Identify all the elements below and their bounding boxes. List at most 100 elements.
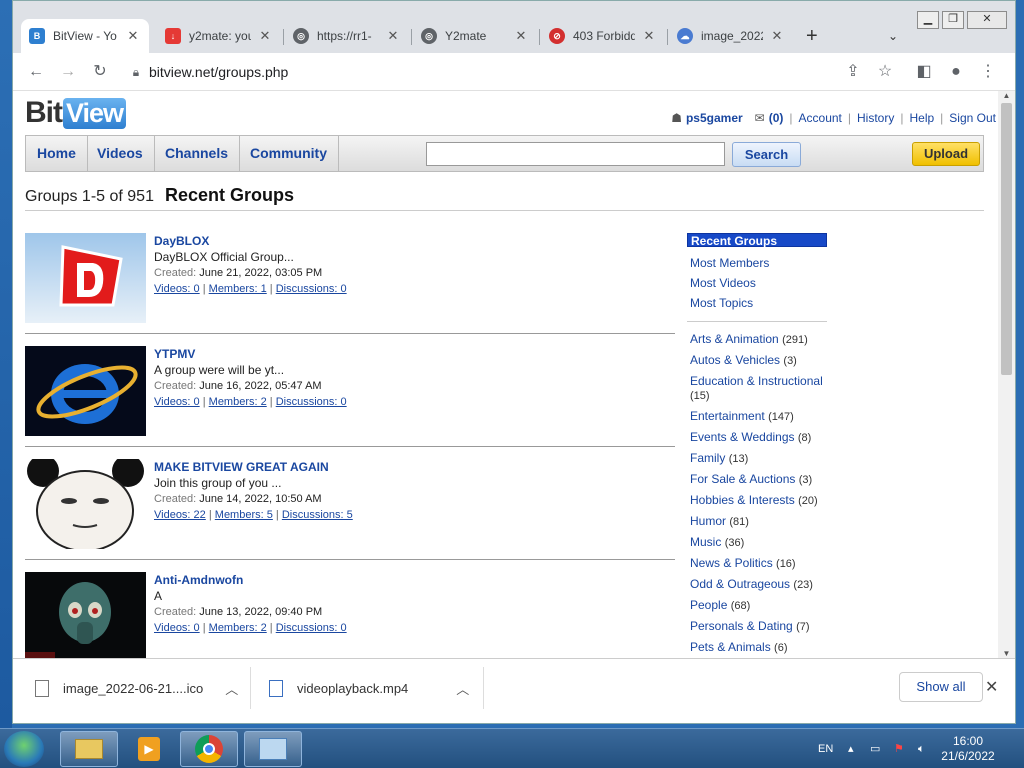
nav-community[interactable]: Community	[239, 136, 339, 171]
sort-most-videos[interactable]: Most Videos	[687, 273, 827, 293]
category-link[interactable]: Pets & Animals (6)	[687, 640, 827, 655]
category-link[interactable]: Arts & Animation (291)	[687, 332, 827, 347]
maximize-button[interactable]: ❐	[942, 11, 964, 29]
sign-out-link[interactable]: Sign Out	[949, 111, 996, 125]
new-tab-button[interactable]: +	[806, 25, 818, 48]
file-explorer-icon[interactable]	[60, 731, 118, 767]
reload-icon[interactable]: ↻	[89, 61, 111, 83]
nav-channels[interactable]: Channels	[154, 136, 241, 171]
back-arrow-icon[interactable]: ←	[25, 61, 47, 83]
profile-avatar-icon[interactable]: ●	[945, 61, 967, 83]
close-tab-icon[interactable]: ✕	[513, 28, 529, 44]
group-thumbnail[interactable]	[25, 459, 146, 549]
category-link[interactable]: Hobbies & Interests (20)	[687, 493, 827, 508]
tab-image-2022[interactable]: ☁ image_2022 ✕	[669, 19, 793, 53]
category-link[interactable]: News & Politics (16)	[687, 556, 827, 571]
close-tab-icon[interactable]: ✕	[257, 28, 273, 44]
chevron-up-icon[interactable]: ︿	[456, 679, 469, 698]
discussions-link[interactable]: Discussions: 0	[276, 396, 347, 408]
category-link[interactable]: Personals & Dating (7)	[687, 619, 827, 634]
category-link[interactable]: Education & Instructional (15)	[687, 374, 827, 403]
scroll-down-arrow-icon[interactable]: ▼	[998, 649, 1015, 658]
close-tab-icon[interactable]: ✕	[385, 28, 401, 44]
scroll-up-arrow-icon[interactable]: ▲	[998, 91, 1015, 100]
category-link[interactable]: Music (36)	[687, 535, 827, 550]
network-icon[interactable]: ▭	[870, 729, 880, 768]
close-tab-icon[interactable]: ✕	[769, 28, 785, 44]
group-name-link[interactable]: MAKE BITVIEW GREAT AGAIN	[154, 459, 353, 475]
page-scrollbar[interactable]: ▲ ▼	[998, 91, 1015, 658]
group-name-link[interactable]: DayBLOX	[154, 233, 347, 249]
control-panel-icon[interactable]	[244, 731, 302, 767]
upload-button[interactable]: Upload	[912, 142, 980, 166]
group-thumbnail[interactable]	[25, 572, 146, 658]
tab-y2mate-you[interactable]: ↓ y2mate: you ✕	[157, 19, 281, 53]
username-link[interactable]: ps5gamer	[686, 111, 743, 125]
action-center-icon[interactable]: ⚑	[894, 729, 904, 768]
window-close-button[interactable]: ✕	[967, 11, 1007, 29]
sort-most-topics[interactable]: Most Topics	[687, 293, 827, 313]
category-link[interactable]: Events & Weddings (8)	[687, 430, 827, 445]
videos-link[interactable]: Videos: 0	[154, 396, 200, 408]
start-button[interactable]	[4, 731, 44, 767]
download-item[interactable]: videoplayback.mp4 ︿	[269, 659, 469, 717]
download-item[interactable]: image_2022-06-21....ico ︿	[35, 659, 238, 717]
system-clock[interactable]: 16:00 21/6/2022	[938, 734, 998, 764]
account-link[interactable]: Account	[799, 111, 842, 125]
tray-chevron-icon[interactable]: ▴	[848, 729, 854, 768]
chrome-icon[interactable]	[180, 731, 238, 767]
group-name-link[interactable]: YTPMV	[154, 346, 347, 362]
show-all-button[interactable]: Show all	[899, 672, 983, 702]
nav-home[interactable]: Home	[26, 136, 88, 171]
search-button[interactable]: Search	[732, 142, 801, 167]
discussions-link[interactable]: Discussions: 0	[276, 283, 347, 295]
chevron-up-icon[interactable]: ︿	[225, 679, 238, 698]
discussions-link[interactable]: Discussions: 0	[276, 622, 347, 634]
history-link[interactable]: History	[857, 111, 894, 125]
lock-icon[interactable]: 🔒︎	[123, 65, 149, 80]
category-link[interactable]: Autos & Vehicles (3)	[687, 353, 827, 368]
inbox-count[interactable]: (0)	[769, 111, 784, 125]
sort-recent-groups[interactable]: Recent Groups	[687, 233, 827, 248]
share-icon[interactable]: ⇪	[842, 61, 864, 83]
tab-y2mate[interactable]: ◎ Y2mate ✕	[413, 19, 537, 53]
volume-icon[interactable]: 🔈︎	[918, 729, 925, 768]
group-name-link[interactable]: Anti-Amdnwofn	[154, 572, 347, 588]
members-link[interactable]: Members: 5	[215, 509, 273, 521]
videos-link[interactable]: Videos: 0	[154, 622, 200, 634]
category-link[interactable]: Entertainment (147)	[687, 409, 827, 424]
minimize-button[interactable]: ▁	[917, 11, 939, 29]
tab-rr1[interactable]: ◎ https://rr1- ✕	[285, 19, 409, 53]
side-panel-icon[interactable]: ◧	[913, 61, 935, 83]
bitview-logo[interactable]: Bit View	[25, 96, 127, 130]
url-text[interactable]: bitview.net/groups.php	[149, 64, 288, 80]
language-indicator[interactable]: EN	[818, 729, 833, 768]
category-link[interactable]: For Sale & Auctions (3)	[687, 472, 827, 487]
media-player-icon[interactable]: ▶	[120, 731, 178, 767]
members-link[interactable]: Members: 1	[209, 283, 267, 295]
tab-bitview[interactable]: B BitView - Yo ✕	[21, 19, 149, 53]
address-bar[interactable]: 🔒︎ bitview.net/groups.php	[123, 58, 893, 86]
category-link[interactable]: Humor (81)	[687, 514, 827, 529]
forward-arrow-icon[interactable]: →	[57, 61, 79, 83]
close-tab-icon[interactable]: ✕	[641, 28, 657, 44]
videos-link[interactable]: Videos: 22	[154, 509, 206, 521]
tab-search-chevron-icon[interactable]: ⌄	[888, 29, 898, 43]
close-download-bar-icon[interactable]: ✕	[985, 677, 998, 697]
close-tab-icon[interactable]: ✕	[125, 28, 141, 44]
bookmark-star-icon[interactable]: ☆	[874, 61, 896, 83]
group-thumbnail[interactable]	[25, 346, 146, 436]
mail-icon[interactable]: ✉	[755, 111, 765, 125]
members-link[interactable]: Members: 2	[209, 622, 267, 634]
category-link[interactable]: Family (13)	[687, 451, 827, 466]
videos-link[interactable]: Videos: 0	[154, 283, 200, 295]
category-link[interactable]: Odd & Outrageous (23)	[687, 577, 827, 592]
members-link[interactable]: Members: 2	[209, 396, 267, 408]
sort-most-members[interactable]: Most Members	[687, 253, 827, 273]
nav-videos[interactable]: Videos	[86, 136, 155, 171]
help-link[interactable]: Help	[909, 111, 934, 125]
scrollbar-thumb[interactable]	[1001, 103, 1012, 375]
menu-kebab-icon[interactable]: ⋮	[977, 61, 999, 83]
group-thumbnail[interactable]	[25, 233, 146, 323]
discussions-link[interactable]: Discussions: 5	[282, 509, 353, 521]
